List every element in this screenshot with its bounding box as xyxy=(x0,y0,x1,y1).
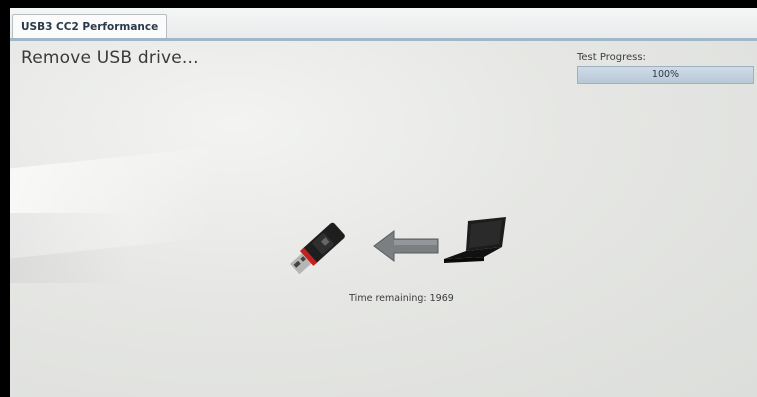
tab-bar: USB3 CC2 Performance xyxy=(10,8,757,39)
status-message: Remove USB drive... xyxy=(21,48,199,68)
app-screen: USB3 CC2 Performance Remove USB drive...… xyxy=(10,8,757,397)
tab-usb3-cc2-performance[interactable]: USB3 CC2 Performance xyxy=(12,14,168,39)
time-remaining: Time remaining: 1969 xyxy=(349,293,454,304)
progress-bar: 100% xyxy=(577,66,754,84)
remove-drive-illustration xyxy=(288,203,508,283)
usb-drive-icon xyxy=(290,222,345,275)
arrow-left-icon xyxy=(373,230,439,262)
laptop-icon xyxy=(444,217,506,263)
progress-value: 100% xyxy=(651,69,680,80)
tab-underline xyxy=(10,38,757,41)
screen-glare-secondary xyxy=(10,213,130,283)
progress-label: Test Progress: xyxy=(577,52,646,63)
